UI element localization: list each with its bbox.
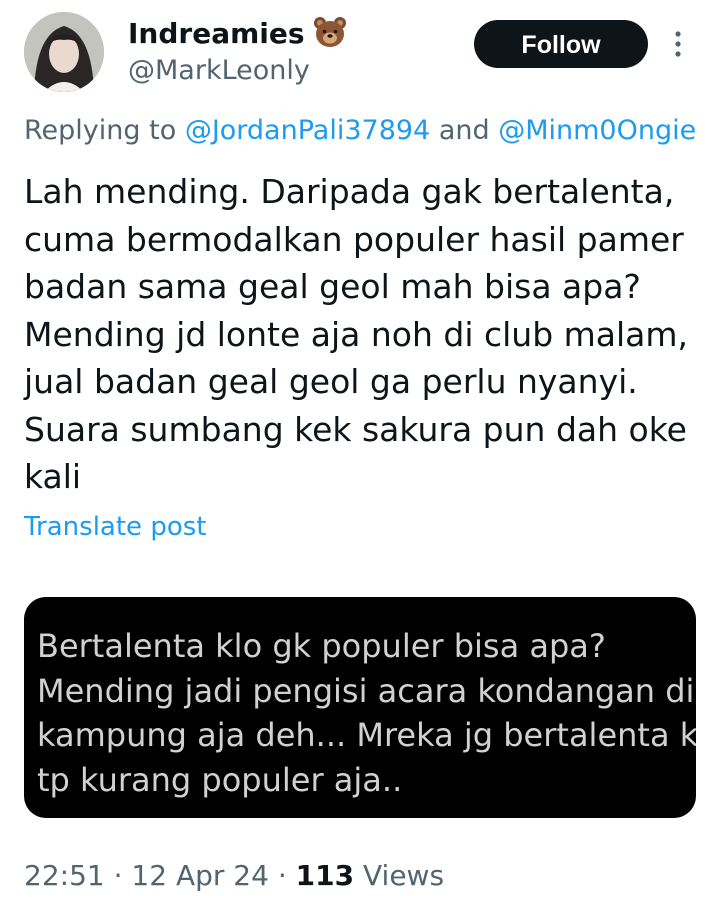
tweet-text-line: Lah mending. Daripada gak bertalenta,: [24, 172, 675, 211]
tweet-text: Lah mending. Daripada gak bertalenta, cu…: [24, 168, 704, 501]
tweet-text-line: cuma bermodalkan populer hasil pamer: [24, 219, 684, 259]
tweet-text-line: jual badan geal geol ga perlu nyanyi.: [24, 362, 638, 401]
image-text: Bertalenta klo gk populer bisa apa? Mend…: [37, 624, 696, 802]
tweet-text-line: Suara sumbang kek sakura pun dah oke: [24, 409, 687, 449]
author-display-name[interactable]: Indreamies: [128, 14, 347, 54]
views-label: Views: [363, 859, 445, 892]
replying-to-line: Replying to @JordanPali37894 and @Minm0O…: [24, 112, 696, 150]
follow-button[interactable]: Follow: [474, 20, 648, 68]
image-text-line: tp kurang populer aja..: [37, 760, 403, 799]
mention-link[interactable]: @Minm0Ongie: [498, 115, 696, 146]
tweet-text-line: kali: [24, 457, 82, 496]
translate-post-link[interactable]: Translate post: [24, 508, 206, 546]
post-time[interactable]: 22:51: [24, 859, 105, 892]
attached-image[interactable]: Bertalenta klo gk populer bisa apa? Mend…: [24, 597, 696, 818]
image-text-line: Bertalenta klo gk populer bisa apa?: [37, 627, 606, 665]
author-handle[interactable]: @MarkLeonly: [128, 52, 310, 90]
bear-face-icon: [313, 15, 347, 49]
replying-conjunction: and: [438, 115, 490, 146]
meta-separator: ·: [277, 859, 287, 892]
image-text-line: kampung aja deh... Mreka jg bertalenta k…: [37, 716, 696, 754]
author-name-text: Indreamies: [128, 17, 305, 50]
views-count: 113: [295, 859, 355, 892]
tweet-meta: 22:51 · 12 Apr 24 · 113 Views: [24, 856, 444, 896]
avatar-image: [24, 12, 104, 92]
tweet-text-line: badan sama geal geol mah bisa apa?: [24, 267, 641, 306]
image-text-line: Mending jadi pengisi acara kondangan di: [37, 671, 695, 710]
more-vertical-icon[interactable]: [664, 28, 692, 62]
mention-link[interactable]: @JordanPali37894: [185, 115, 430, 146]
replying-prefix: Replying to: [24, 115, 177, 146]
tweet-text-line: Mending jd lonte aja noh di club malam,: [24, 314, 689, 354]
avatar[interactable]: [24, 12, 104, 92]
meta-separator: ·: [113, 859, 123, 892]
post-date[interactable]: 12 Apr 24: [131, 859, 269, 892]
